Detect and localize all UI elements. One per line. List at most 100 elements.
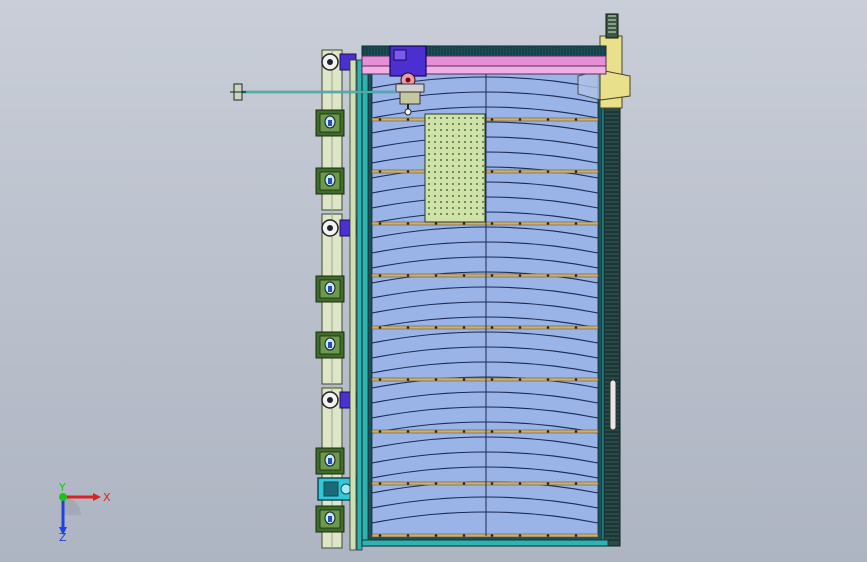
perforation: [434, 213, 436, 215]
slat-bolt: [546, 482, 550, 485]
slat: [371, 377, 599, 382]
perforation: [470, 177, 472, 179]
perforation: [452, 213, 454, 215]
perforation: [452, 177, 454, 179]
perforation: [434, 183, 436, 185]
perforation: [458, 165, 460, 167]
perforation: [470, 189, 472, 191]
perforation: [440, 201, 442, 203]
perforation: [428, 135, 430, 137]
perforation: [476, 135, 478, 137]
perforation: [434, 147, 436, 149]
slat-bolt: [462, 326, 466, 329]
perforation: [470, 117, 472, 119]
bottom-frame-edge: [361, 539, 609, 547]
perforation: [446, 207, 448, 209]
perforation: [458, 189, 460, 191]
perforation: [476, 207, 478, 209]
perforation: [464, 123, 466, 125]
perforation: [428, 177, 430, 179]
perforated-plate: [424, 113, 486, 223]
perforation: [464, 153, 466, 155]
slat-bolt: [462, 378, 466, 381]
perforation: [464, 207, 466, 209]
slat-bolt: [378, 222, 382, 225]
perforation: [446, 177, 448, 179]
perforation: [446, 117, 448, 119]
perforation: [452, 201, 454, 203]
perforation: [452, 141, 454, 143]
slat-bolt: [490, 482, 494, 485]
slat-bolt: [574, 222, 578, 225]
perforation: [470, 141, 472, 143]
perforation: [452, 189, 454, 191]
perforation: [482, 183, 484, 185]
clamp-icon: [315, 331, 345, 359]
perforation: [428, 147, 430, 149]
perforation: [482, 189, 484, 191]
perforation: [428, 213, 430, 215]
perforation: [446, 135, 448, 137]
slat-bolt: [462, 482, 466, 485]
perforation: [482, 171, 484, 173]
slat-bolt: [378, 170, 382, 173]
perforation: [470, 201, 472, 203]
perforation: [428, 117, 430, 119]
perforation: [464, 141, 466, 143]
perforation: [446, 141, 448, 143]
perforation: [428, 129, 430, 131]
perforation: [458, 159, 460, 161]
perforation: [434, 177, 436, 179]
perforation: [464, 183, 466, 185]
perforation: [458, 213, 460, 215]
slat-bolt: [406, 118, 410, 121]
perforation: [428, 153, 430, 155]
perforation: [458, 117, 460, 119]
slat-bolt: [546, 274, 550, 277]
perforation: [440, 141, 442, 143]
perforation: [476, 123, 478, 125]
perforation: [452, 159, 454, 161]
perforation: [440, 177, 442, 179]
slat-bolt: [434, 482, 438, 485]
perforation: [440, 195, 442, 197]
slat-bolt: [546, 118, 550, 121]
slat-bolt: [406, 378, 410, 381]
right-rack-column: [603, 99, 621, 547]
clamp-icon: [315, 167, 345, 195]
perforation: [440, 213, 442, 215]
cad-viewport[interactable]: X Y Z: [0, 0, 867, 562]
perforation: [464, 195, 466, 197]
slat: [371, 429, 599, 434]
perforation: [428, 165, 430, 167]
perforation: [446, 201, 448, 203]
perforation: [440, 117, 442, 119]
perforation: [476, 183, 478, 185]
perforation: [476, 201, 478, 203]
perforation: [446, 189, 448, 191]
slat-bolt: [546, 222, 550, 225]
perforation: [482, 141, 484, 143]
perforation: [458, 135, 460, 137]
perforation: [440, 159, 442, 161]
perforation: [470, 213, 472, 215]
perforation: [428, 123, 430, 125]
perforation: [458, 153, 460, 155]
slat-bolt: [574, 170, 578, 173]
perforation: [458, 171, 460, 173]
perforation: [434, 171, 436, 173]
perforation: [452, 117, 454, 119]
slat-bolt: [574, 534, 578, 537]
perforation: [428, 141, 430, 143]
perforation: [440, 153, 442, 155]
perforation: [482, 159, 484, 161]
perforation: [428, 207, 430, 209]
perforation: [482, 153, 484, 155]
slat-bolt: [462, 430, 466, 433]
perforation: [440, 165, 442, 167]
slat-bolt: [406, 534, 410, 537]
perforation: [482, 201, 484, 203]
slat-bolt: [518, 222, 522, 225]
perforation: [446, 171, 448, 173]
slat-bolt: [406, 274, 410, 277]
